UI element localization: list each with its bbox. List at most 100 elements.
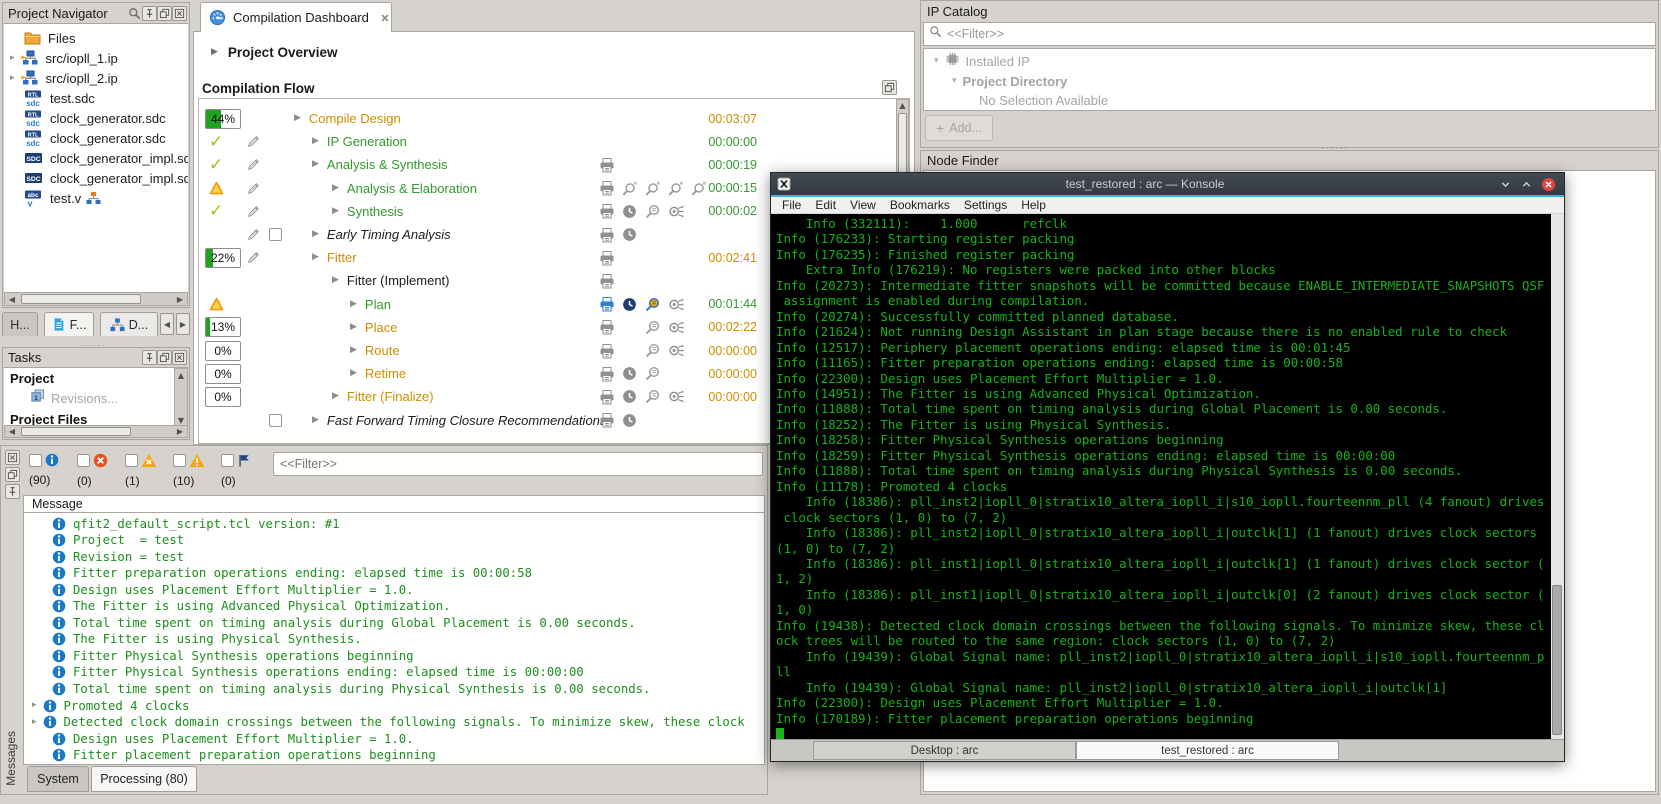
flow-step[interactable]: ▶Compile Design xyxy=(294,107,401,130)
message-row[interactable]: Design uses Placement Effort Multiplier … xyxy=(24,730,764,747)
menu-edit[interactable]: Edit xyxy=(808,198,843,212)
tree-item-files[interactable]: Files xyxy=(4,28,188,48)
project-overview-expander[interactable]: ▶ xyxy=(211,48,218,57)
tree-item-file[interactable]: RTLsdcclock_generator.sdc xyxy=(4,108,188,128)
pin-button[interactable] xyxy=(5,484,20,499)
tree-item-file[interactable]: ▸src/iopll_2.ip xyxy=(4,68,188,88)
flow-step[interactable]: ▶Retime xyxy=(350,362,406,385)
expander-icon[interactable]: ▶ xyxy=(350,346,357,355)
konsole-tab-2[interactable]: test_restored : arc xyxy=(1076,741,1339,760)
close-button[interactable] xyxy=(5,450,20,465)
files-tree-hscrollbar[interactable]: ◀ ▶ xyxy=(4,292,188,306)
tab-processing-80-[interactable]: Processing (80) xyxy=(91,766,197,792)
explore-action-icon[interactable] xyxy=(645,316,660,339)
expander-icon[interactable]: ▶ xyxy=(312,160,319,169)
expander-icon[interactable]: ▶ xyxy=(332,392,339,401)
enable-step-checkbox[interactable] xyxy=(269,409,282,432)
expander-icon[interactable]: ▶ xyxy=(350,323,357,332)
menu-bookmarks[interactable]: Bookmarks xyxy=(883,198,957,212)
edit-settings-icon[interactable] xyxy=(247,223,260,246)
close-button[interactable] xyxy=(172,350,187,365)
flag-filter-checkbox[interactable] xyxy=(221,454,234,467)
report-action-icon[interactable] xyxy=(599,362,615,385)
explore-dot-action-icon[interactable] xyxy=(622,177,637,200)
tab-compilation-dashboard[interactable]: Compilation Dashboard xyxy=(200,2,392,32)
flow-step[interactable]: ▶IP Generation xyxy=(312,130,407,153)
message-row[interactable]: ▸Detected clock domain crossings between… xyxy=(24,714,764,731)
report-action-icon[interactable] xyxy=(599,223,615,246)
maximize-button[interactable] xyxy=(1520,178,1533,191)
tab-scroll-left-button[interactable]: ◀ xyxy=(160,313,174,335)
edit-settings-icon[interactable] xyxy=(247,130,260,153)
report-action-icon[interactable] xyxy=(599,269,615,292)
pin-button[interactable] xyxy=(142,350,157,365)
message-filter-input[interactable] xyxy=(273,452,763,476)
terminal-area[interactable]: Info (332111): 1.000 refclkInfo (176233)… xyxy=(771,214,1564,739)
expander-icon[interactable]: ▶ xyxy=(350,369,357,378)
tree-item-file[interactable]: RTLsdctest.sdc xyxy=(4,88,188,108)
report-action-icon[interactable] xyxy=(599,200,615,223)
menu-file[interactable]: File xyxy=(775,198,808,212)
minimize-button[interactable] xyxy=(1499,178,1512,191)
info-filter-checkbox[interactable] xyxy=(29,454,42,467)
message-row[interactable]: The Fitter is using Physical Synthesis. xyxy=(24,631,764,648)
tree-item-file[interactable]: SDCclock_generator_impl.sdc xyxy=(4,168,188,188)
clock-action-icon[interactable] xyxy=(622,223,637,246)
message-row[interactable]: Fitter preparation operations ending: el… xyxy=(24,565,764,582)
expander-icon[interactable]: ▶ xyxy=(312,416,319,425)
expander-icon[interactable]: ▶ xyxy=(332,184,339,193)
report-action-icon[interactable] xyxy=(599,153,615,176)
clock-action-icon[interactable] xyxy=(622,385,637,408)
flow-step[interactable]: ▶Route xyxy=(350,339,400,362)
clock-action-icon[interactable] xyxy=(622,293,637,316)
flow-step[interactable]: ▶Fitter (Implement) xyxy=(332,269,450,292)
message-row[interactable]: Project = test xyxy=(24,532,764,549)
tab-design-units[interactable]: D... xyxy=(100,312,158,336)
expander-icon[interactable]: ▸ xyxy=(32,701,37,710)
konsole-tab-1[interactable]: Desktop : arc xyxy=(813,741,1076,760)
report-action-icon[interactable] xyxy=(599,246,615,269)
float-button[interactable] xyxy=(157,6,172,21)
expander-icon[interactable]: ▶ xyxy=(312,137,319,146)
warning-filter-checkbox[interactable] xyxy=(173,454,186,467)
terminal-scrollbar[interactable] xyxy=(1551,214,1564,739)
message-row[interactable]: Fitter Physical Synthesis operations end… xyxy=(24,664,764,681)
expander-icon[interactable]: ▶ xyxy=(332,207,339,216)
flow-step[interactable]: ▶Analysis & Synthesis xyxy=(312,153,448,176)
flow-step[interactable]: ▶Early Timing Analysis xyxy=(312,223,451,246)
edit-settings-icon[interactable] xyxy=(247,200,260,223)
expander-icon[interactable]: ▶ xyxy=(294,114,301,123)
message-row[interactable]: qfit2_default_script.tcl version: #1 xyxy=(24,515,764,532)
explore-dot-action-icon[interactable] xyxy=(645,177,660,200)
add-ip-button[interactable]: + Add... xyxy=(925,115,993,141)
message-row[interactable]: Total time spent on timing analysis duri… xyxy=(24,681,764,698)
explore-action-icon[interactable] xyxy=(645,200,660,223)
menu-view[interactable]: View xyxy=(843,198,883,212)
report-action-icon[interactable] xyxy=(599,339,615,362)
expander-icon[interactable]: ▶ xyxy=(312,253,319,262)
flow-step[interactable]: ▶Place xyxy=(350,316,397,339)
message-row[interactable]: ▸Promoted 4 clocks xyxy=(24,697,764,714)
expander-icon[interactable]: ▶ xyxy=(350,300,357,309)
clock-action-icon[interactable] xyxy=(622,362,637,385)
checkbox[interactable] xyxy=(269,414,282,427)
report-action-icon[interactable] xyxy=(599,409,615,432)
expander-icon[interactable]: ▸ xyxy=(10,74,15,83)
tab-hierarchy[interactable]: H... xyxy=(2,312,38,336)
message-row[interactable]: Design uses Placement Effort Multiplier … xyxy=(24,581,764,598)
tree-item-file[interactable]: SDCclock_generator_impl.sdc xyxy=(4,148,188,168)
flow-step[interactable]: ▶Analysis & Elaboration xyxy=(332,177,477,200)
report-action-icon[interactable] xyxy=(599,177,615,200)
edit-settings-icon[interactable] xyxy=(247,177,260,200)
explore-action-icon[interactable] xyxy=(645,293,660,316)
edit-settings-icon[interactable] xyxy=(247,153,260,176)
tree-item-file[interactable]: RTLsdcclock_generator.sdc xyxy=(4,128,188,148)
close-button[interactable] xyxy=(172,6,187,21)
tab-system[interactable]: System xyxy=(27,766,89,792)
tasks-vscrollbar[interactable]: ▲ ▼ xyxy=(174,368,188,427)
clock-action-icon[interactable] xyxy=(622,409,637,432)
float-button[interactable] xyxy=(5,467,20,482)
pin-button[interactable] xyxy=(142,6,157,21)
enable-step-checkbox[interactable] xyxy=(269,223,282,246)
report-action-icon[interactable] xyxy=(599,385,615,408)
